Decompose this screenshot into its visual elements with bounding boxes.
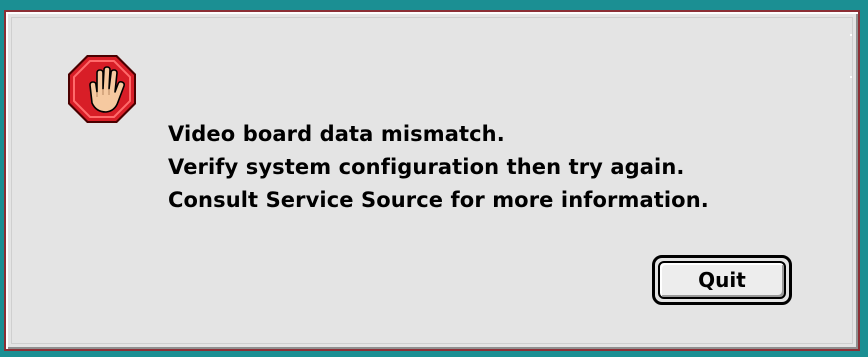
stop-hand-icon <box>68 55 136 123</box>
screen-artifact-dot <box>850 76 852 78</box>
quit-button-label: Quit <box>658 261 786 299</box>
alert-message: Video board data mismatch. Verify system… <box>168 118 808 217</box>
message-line-3: Consult Service Source for more informat… <box>168 188 709 212</box>
message-line-2: Verify system configuration then try aga… <box>168 155 685 179</box>
quit-button[interactable]: Quit <box>652 255 792 305</box>
message-line-1: Video board data mismatch. <box>168 122 505 146</box>
screen-artifact-dot <box>850 34 852 36</box>
